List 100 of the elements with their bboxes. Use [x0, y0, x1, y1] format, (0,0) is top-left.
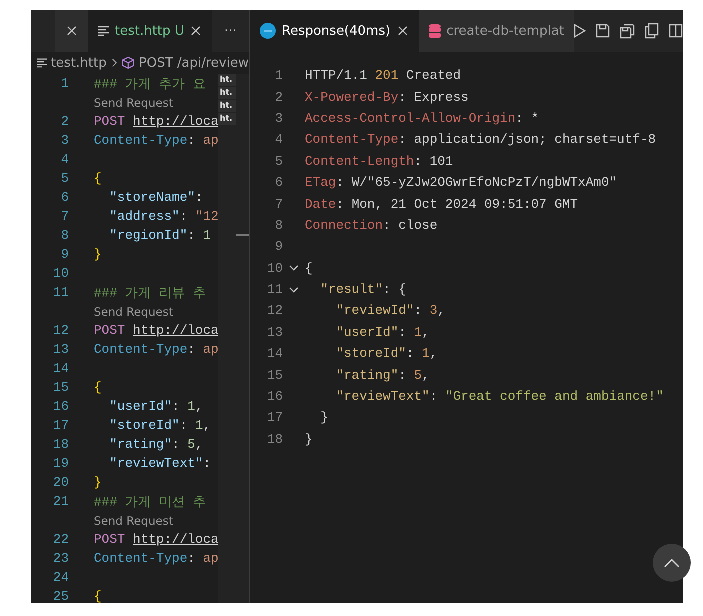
line-number: 7	[274, 196, 283, 212]
code-line: {	[305, 260, 313, 276]
line-number: 1	[274, 68, 283, 84]
breadcrumb-item[interactable]: POST /api/review	[139, 56, 249, 70]
line-number: 7	[60, 209, 69, 224]
more-button[interactable]: ···	[212, 10, 249, 52]
close-icon[interactable]	[396, 25, 409, 37]
line-number: 20	[52, 475, 69, 490]
minimap-label: ht.	[218, 113, 236, 125]
line-number: 17	[266, 410, 283, 426]
code-line: {	[94, 171, 102, 186]
send-request-link[interactable]: Send Request	[31, 514, 174, 528]
line-number: 10	[52, 266, 69, 281]
line-number: 17	[52, 418, 69, 433]
line-number: 9	[60, 247, 69, 262]
code-line: "regionId": 1	[108, 228, 212, 243]
line-number: 19	[52, 456, 69, 471]
line-number: 2	[274, 90, 283, 105]
line-number: 18	[52, 437, 69, 452]
code-line: "storeName":	[108, 190, 204, 205]
code-line: ### 가게 리뷰 추	[94, 284, 206, 302]
breadcrumb-item[interactable]: test.http	[51, 56, 107, 70]
line-number: 11	[52, 285, 69, 300]
code-line: }	[94, 247, 102, 262]
line-number: 23	[52, 551, 69, 566]
code-line: Content-Type: ap	[94, 133, 219, 148]
code-line: "rating": 5,	[108, 437, 204, 452]
code-line: "userId": 1,	[335, 324, 430, 340]
code-line: }	[320, 410, 328, 426]
code-line: {	[94, 380, 102, 395]
scrollbar-thumb[interactable]	[236, 234, 249, 236]
line-number: 18	[266, 432, 283, 447]
chevron-icon[interactable]	[289, 284, 299, 295]
line-number: 22	[52, 532, 69, 547]
scroll-to-top-button[interactable]	[653, 544, 691, 582]
code-line: POST http://loca	[94, 323, 219, 338]
code-line: "rating": 5,	[335, 368, 430, 383]
line-number: 4	[274, 132, 283, 148]
chevron-icon[interactable]	[289, 263, 299, 274]
code-line: "address": "12	[108, 209, 219, 224]
code-line: Content-Type: application/json; charset=utf-8	[305, 132, 656, 148]
file-lines-icon	[98, 26, 109, 36]
split-editor-icon[interactable]	[669, 24, 683, 38]
line-number: 24	[52, 570, 69, 585]
line-number: 16	[266, 389, 283, 404]
line-number: 6	[274, 175, 283, 190]
code-line: ETag: W/"65-yZJw2OGwrEfoNcPzT/ngbWTxAm0"	[305, 175, 618, 190]
code-line: ### 가게 추가 요	[94, 76, 206, 92]
line-number: 9	[274, 239, 283, 254]
save-icon[interactable]	[596, 24, 610, 38]
line-number: 13	[266, 324, 283, 340]
code-line: Access-Control-Allow-Origin: *	[305, 110, 540, 126]
line-number: 15	[52, 380, 69, 395]
line-number: 10	[266, 260, 283, 276]
line-number: 8	[60, 228, 69, 243]
line-number: 11	[266, 282, 283, 298]
close-icon[interactable]	[190, 25, 202, 37]
line-number: 21	[52, 494, 69, 509]
chevron-icon	[110, 58, 118, 68]
line-number: 15	[266, 368, 283, 383]
copy-icon[interactable]	[645, 23, 660, 39]
code-line: POST http://loca	[94, 532, 219, 547]
line-number: 8	[274, 218, 283, 233]
code-line: POST http://loca	[94, 114, 219, 129]
minimap-label: ht.	[218, 74, 236, 86]
chevron-up-icon	[664, 558, 680, 568]
cube-icon	[122, 56, 136, 70]
line-number: 3	[60, 133, 69, 148]
code-line: "storeId": 1,	[335, 346, 438, 362]
code-line: Content-Type: ap	[94, 551, 219, 566]
code-line: "reviewText":	[108, 456, 212, 471]
code-line: ### 가게 미션 추	[94, 494, 206, 510]
line-number: 6	[60, 190, 69, 205]
line-number: 14	[266, 346, 283, 362]
minimap-label: ht.	[218, 100, 236, 112]
line-number: 12	[266, 303, 283, 318]
code-line: X-Powered-By: Express	[305, 90, 469, 105]
send-request-link[interactable]: Send Request	[31, 304, 174, 318]
code-line: "storeId": 1,	[108, 418, 212, 433]
code-line: "userId": 1,	[108, 399, 204, 414]
run-icon[interactable]	[574, 24, 586, 38]
line-number: 5	[60, 171, 69, 186]
globe-badge-icon	[260, 23, 276, 39]
code-line: Date: Mon, 21 Oct 2024 09:51:07 GMT	[305, 196, 578, 212]
minimap-label: ht.	[218, 87, 236, 99]
send-request-link[interactable]: Send Request	[31, 96, 174, 110]
editor-tab[interactable]: Response(40ms)	[250, 10, 419, 52]
save-all-icon[interactable]	[620, 24, 636, 38]
code-line: }	[305, 432, 313, 447]
database-icon	[428, 24, 441, 38]
editor-tab[interactable]: test.http U	[88, 10, 212, 52]
line-number: 13	[52, 342, 69, 357]
file-lines-icon	[37, 58, 48, 68]
editor-tab[interactable]: create-db-templat	[418, 10, 574, 52]
close-icon[interactable]	[66, 25, 78, 37]
line-number: 1	[60, 76, 69, 91]
line-number: 3	[274, 110, 283, 126]
code-line: Connection: close	[305, 218, 438, 233]
code-line: HTTP/1.1 201 Created	[305, 68, 462, 84]
line-number: 4	[60, 152, 69, 167]
